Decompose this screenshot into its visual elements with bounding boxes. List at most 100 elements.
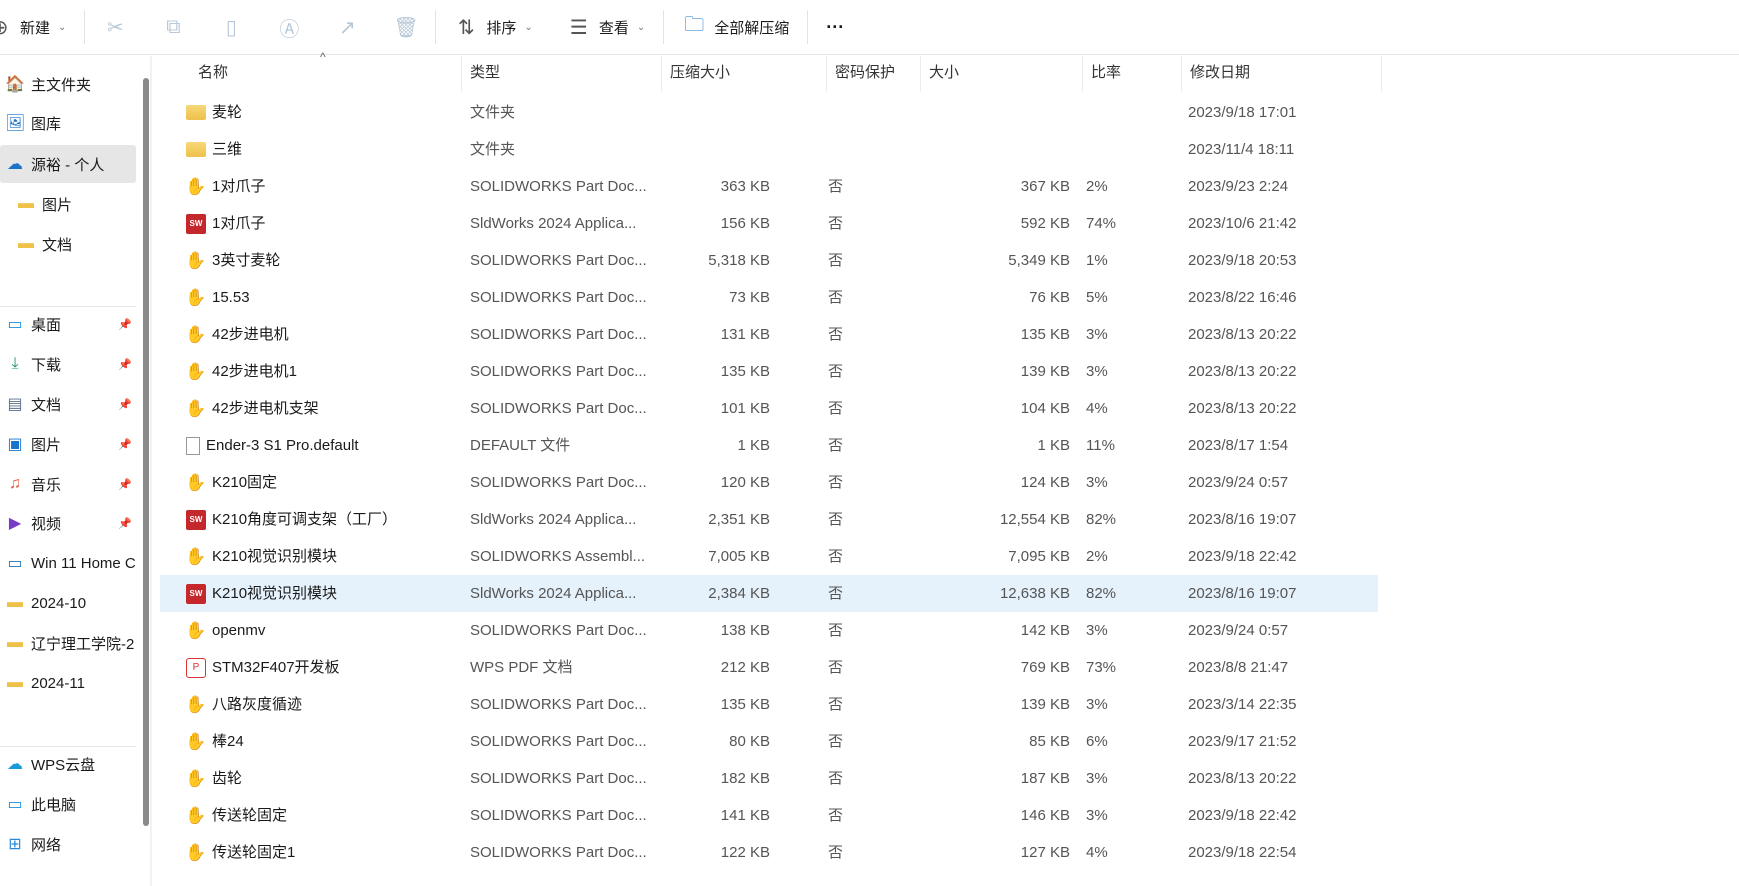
part-file-icon: ✋ — [186, 251, 207, 270]
sidebar-item-folder[interactable]: ▬ 图片 — [0, 185, 136, 223]
file-ratio: 2% — [1086, 178, 1108, 195]
file-row[interactable]: SW K210角度可调支架（工厂） SldWorks 2024 Applica...… — [160, 501, 1378, 538]
file-ratio: 3% — [1086, 474, 1108, 491]
file-row[interactable]: 麦轮 文件夹 2023/9/18 17:01 — [160, 94, 1378, 131]
file-row[interactable]: ✋ K210视觉识别模块 SOLIDWORKS Assembl... 7,005 KB… — [160, 538, 1378, 575]
file-row[interactable]: ✋ 42步进电机支架 SOLIDWORKS Part Doc... 101 KB 否 10… — [160, 390, 1378, 427]
file-password — [828, 94, 868, 131]
column-header-type[interactable]: 类型 — [462, 56, 662, 92]
file-ratio: 3% — [1086, 326, 1108, 343]
file-row[interactable]: ✋ openmv SOLIDWORKS Part Doc... 138 KB 否 142 … — [160, 612, 1378, 649]
sidebar-item-label: 此电脑 — [31, 796, 77, 814]
file-row[interactable]: ✋ 八路灰度循迹 SOLIDWORKS Part Doc... 135 KB 否 139 … — [160, 686, 1378, 723]
file-modified: 2023/9/18 17:01 — [1188, 104, 1297, 121]
column-header-ratio[interactable]: 比率 — [1083, 56, 1182, 92]
sidebar-item-pc[interactable]: ▭ 此电脑 — [0, 785, 136, 823]
sidebar-item-pictures[interactable]: ▣ 图片 📌 — [0, 425, 136, 463]
sidebar-item-folder[interactable]: ▬ 文档 — [0, 225, 136, 263]
paste-button[interactable]: ▯ — [209, 7, 253, 47]
file-file-icon — [186, 436, 200, 455]
cut-button[interactable]: ✂ — [93, 7, 137, 47]
sidebar-item-documents[interactable]: ▤ 文档 📌 — [0, 385, 136, 423]
download-icon: ⤓ — [11, 355, 19, 372]
pin-icon[interactable]: 📌 — [118, 358, 132, 371]
file-password: 否 — [828, 400, 844, 417]
part-file-icon: ✋ — [186, 695, 207, 714]
sidebar-item-label: 2024-11 — [31, 674, 85, 692]
plus-circle-icon: ⊕ — [0, 15, 12, 40]
sort-button[interactable]: ⇅ 排序 ⌄ — [444, 7, 542, 47]
column-header-password[interactable]: 密码保护 — [827, 56, 921, 92]
file-ratio: 1% — [1086, 252, 1108, 269]
pin-icon[interactable]: 📌 — [118, 438, 132, 451]
copy-button[interactable]: ⧉ — [151, 7, 195, 47]
file-row[interactable]: ✋ 3英寸麦轮 SOLIDWORKS Part Doc... 5,318 KB 否 5,3… — [160, 242, 1378, 279]
file-ratio: 74% — [1086, 215, 1117, 232]
sidebar-item-desktop[interactable]: ▭ 桌面 📌 — [0, 305, 136, 343]
file-row[interactable]: 三维 文件夹 2023/11/4 18:11 — [160, 131, 1378, 168]
sidebar-item-cloud[interactable]: ☁ WPS云盘 — [0, 745, 136, 783]
file-compressed: 122 KB — [720, 844, 770, 861]
file-modified: 2023/11/4 18:11 — [1188, 141, 1295, 158]
sidebar-item-onedrive[interactable]: ☁ 源裕 - 个人 — [0, 145, 136, 183]
more-button[interactable]: ··· — [816, 7, 854, 47]
pin-icon[interactable]: 📌 — [118, 398, 132, 411]
file-name: K210视觉识别模块 — [212, 548, 338, 565]
file-row[interactable]: ✋ 传送轮固定 SOLIDWORKS Part Doc... 141 KB 否 146 K… — [160, 797, 1378, 834]
sidebar-scrollbar-thumb[interactable] — [143, 78, 149, 826]
file-row[interactable]: ✋ 42步进电机 SOLIDWORKS Part Doc... 131 KB 否 135 … — [160, 316, 1378, 353]
pin-icon[interactable]: 📌 — [118, 517, 132, 530]
column-header-compressed-size[interactable]: 压缩大小 — [662, 56, 827, 92]
delete-button[interactable]: 🗑 — [383, 7, 427, 47]
file-password: 否 — [828, 437, 844, 454]
column-header-modified[interactable]: 修改日期 — [1182, 56, 1382, 92]
sw-file-icon: SW — [186, 583, 206, 604]
sidebar-scrollbar-track[interactable] — [150, 56, 152, 886]
file-row[interactable]: ✋ 42步进电机1 SOLIDWORKS Part Doc... 135 KB 否 139… — [160, 353, 1378, 390]
file-row[interactable]: ✋ 15.53 SOLIDWORKS Part Doc... 73 KB 否 76 KB 5… — [160, 279, 1378, 316]
file-compressed: 182 KB — [720, 770, 770, 787]
rename-button[interactable]: Ⓐ — [267, 7, 311, 47]
file-name-cell: ✋ K210固定 — [186, 464, 456, 501]
file-modified: 2023/9/24 0:57 — [1188, 474, 1289, 491]
file-size: 592 KB — [1020, 215, 1070, 232]
column-header-size[interactable]: 大小 — [921, 56, 1083, 92]
new-button[interactable]: ⊕ 新建 ⌄ — [0, 7, 76, 47]
asm-file-icon: ✋ — [186, 547, 207, 566]
file-size: 127 KB — [1020, 844, 1070, 861]
file-row[interactable]: ✋ 棒24 SOLIDWORKS Part Doc... 80 KB 否 85 KB 6% 2… — [160, 723, 1378, 760]
pin-icon[interactable]: 📌 — [118, 318, 132, 331]
file-row[interactable]: ✋ 1对爪子 SOLIDWORKS Part Doc... 363 KB 否 367 KB… — [160, 168, 1378, 205]
sidebar-item-folder[interactable]: ▬ 辽宁理工学院-2 — [0, 624, 136, 662]
extract-all-button[interactable]: 🗀 全部解压缩 — [672, 7, 799, 47]
file-row[interactable]: SW 1对爪子 SldWorks 2024 Applica... 156 KB 否 592… — [160, 205, 1378, 242]
file-password: 否 — [828, 770, 844, 787]
home-icon: 🏠 — [5, 76, 25, 93]
sidebar-item-download[interactable]: ⤓ 下载 📌 — [0, 345, 136, 383]
file-name-cell: SW K210角度可调支架（工厂） — [186, 501, 456, 538]
file-compressed: 212 KB — [720, 659, 770, 676]
sidebar-item-drive[interactable]: ▭ Win 11 Home C — [0, 544, 136, 582]
file-row[interactable]: ✋ 齿轮 SOLIDWORKS Part Doc... 182 KB 否 187 KB 3%… — [160, 760, 1378, 797]
sidebar-item-gallery[interactable]: 🖼 图库 — [0, 104, 136, 142]
file-password: 否 — [828, 511, 844, 528]
file-row[interactable]: Ender-3 S1 Pro.default DEFAULT 文件 1 KB 否 1 K… — [160, 427, 1378, 464]
column-header-name[interactable]: 名称 — [160, 56, 462, 92]
chevron-down-icon: ⌄ — [58, 21, 67, 33]
file-row[interactable]: ✋ 传送轮固定1 SOLIDWORKS Part Doc... 122 KB 否 127 … — [160, 834, 1378, 871]
sidebar-item-folder[interactable]: ▬ 2024-10 — [0, 584, 136, 622]
file-row[interactable]: ✋ K210固定 SOLIDWORKS Part Doc... 120 KB 否 124 … — [160, 464, 1378, 501]
divider — [84, 10, 86, 44]
share-button[interactable]: ↗ — [325, 7, 369, 47]
sidebar-divider — [0, 306, 136, 307]
sidebar-item-home[interactable]: 🏠 主文件夹 — [0, 65, 136, 103]
file-size: 85 KB — [1029, 733, 1070, 750]
sidebar-item-music[interactable]: ♫ 音乐 📌 — [0, 465, 136, 503]
file-row[interactable]: P STM32F407开发板 WPS PDF 文档 212 KB 否 769 KB 73% 2… — [160, 649, 1378, 686]
pin-icon[interactable]: 📌 — [118, 478, 132, 491]
sidebar-item-network[interactable]: ⊞ 网络 — [0, 825, 136, 863]
file-row[interactable]: SW K210视觉识别模块 SldWorks 2024 Applica... 2,38… — [160, 575, 1378, 612]
view-button[interactable]: ☰ 查看 ⌄ — [557, 7, 655, 47]
sidebar-item-video[interactable]: ▶ 视频 📌 — [0, 504, 136, 542]
sidebar-item-folder[interactable]: ▬ 2024-11 — [0, 664, 136, 702]
